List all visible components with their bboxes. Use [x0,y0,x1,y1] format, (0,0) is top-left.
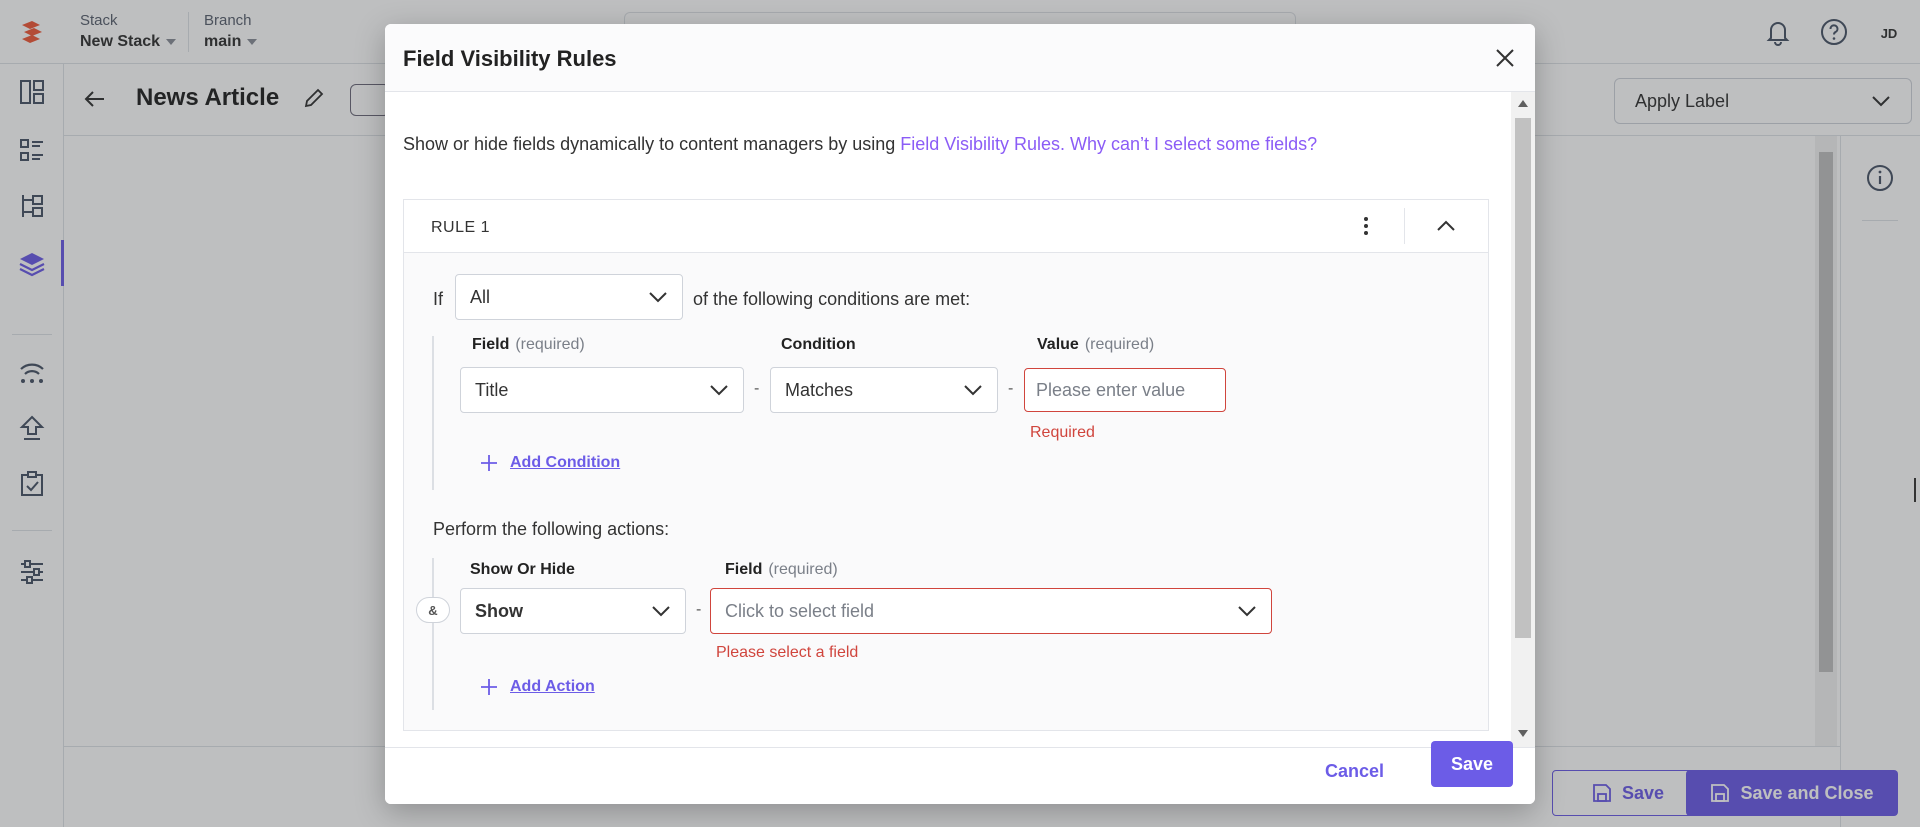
condition-field-value: Title [475,379,509,400]
field-visibility-rules-modal: Field Visibility Rules Show or hide fiel… [385,24,1535,804]
match-type-select[interactable]: All [455,274,683,320]
show-hide-value: Show [475,600,523,621]
separator-dash: - [754,380,760,397]
scroll-up-icon[interactable] [1518,100,1528,107]
add-condition-label: Add Condition [510,454,621,471]
rule-name: RULE 1 [431,219,491,236]
modal-header: Field Visibility Rules [385,24,1535,92]
intro-text: Show or hide fields dynamically to conte… [403,134,1317,155]
chevron-down-icon [652,606,670,617]
field-label: Field (required) [472,336,585,354]
conditions-guide-line [432,336,434,490]
text-cursor [1914,478,1916,502]
value-label: Value (required) [1037,336,1154,354]
match-suffix-text: of the following conditions are met: [693,289,971,309]
value-label-text: Value [1037,336,1079,353]
chevron-down-icon [710,385,728,396]
plus-icon [481,679,497,695]
action-field-label: Field (required) [725,561,838,579]
modal-title: Field Visibility Rules [403,46,617,71]
actions-heading: Perform the following actions: [433,519,670,539]
intro-description: Show or hide fields dynamically to conte… [403,134,901,154]
rule-card: RULE 1 If All of the following condition… [403,199,1489,731]
save-rules-button[interactable]: Save [1431,741,1513,787]
why-cant-select-link[interactable]: Why can’t I select some fields? [1070,134,1317,154]
close-icon[interactable] [1491,44,1519,72]
modal-scrollbar[interactable] [1511,92,1535,747]
more-vertical-icon[interactable] [1354,214,1378,238]
show-or-hide-label: Show Or Hide [470,561,575,578]
field-required-text: (required) [515,336,585,353]
chevron-down-icon [964,385,982,396]
divider [1404,208,1405,244]
condition-operator-value: Matches [785,379,854,400]
condition-label: Condition [781,336,856,353]
condition-value-input[interactable] [1024,368,1226,412]
chevron-down-icon [649,292,667,303]
condition-field-select[interactable]: Title [460,367,744,413]
action-field-select[interactable]: Click to select field [710,588,1272,634]
add-action-label: Add Action [510,678,595,695]
match-type-value: All [470,286,491,307]
action-field-error-text: Please select a field [716,644,859,661]
scroll-down-icon[interactable] [1518,730,1528,737]
add-action-button[interactable]: Add Action [480,678,595,696]
actions-guide-line [432,558,434,710]
condition-operator-select[interactable]: Matches [770,367,998,413]
value-required-text: (required) [1084,336,1155,353]
modal-body: Show or hide fields dynamically to conte… [385,92,1511,747]
separator-dash: - [696,601,702,618]
value-error-text: Required [1030,424,1095,441]
cancel-button[interactable]: Cancel [1325,748,1384,794]
rule-header: RULE 1 [404,200,1488,253]
scrollbar-thumb[interactable] [1515,118,1531,638]
show-hide-select[interactable]: Show [460,588,686,634]
action-field-label-text: Field [725,561,763,578]
chevron-up-icon[interactable] [1434,214,1458,238]
separator-dash: - [1008,380,1014,397]
add-condition-button[interactable]: Add Condition [480,454,620,472]
action-field-placeholder: Click to select field [725,600,875,621]
field-label-text: Field [472,336,510,353]
if-label: If [433,289,444,309]
action-field-required-text: (required) [768,561,838,578]
field-visibility-rules-link[interactable]: Field Visibility Rules. [900,134,1065,154]
connector-badge: & [416,597,450,623]
chevron-down-icon [1238,606,1256,617]
plus-icon [481,455,497,471]
